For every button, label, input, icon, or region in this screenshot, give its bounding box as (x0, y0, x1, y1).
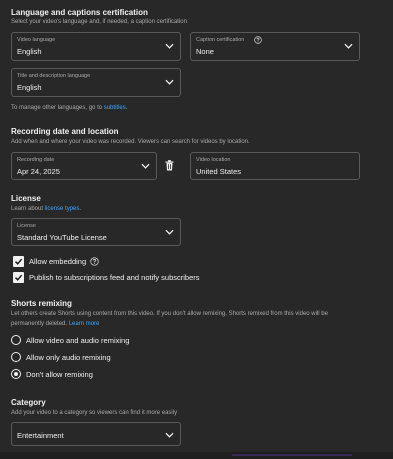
shorts-description-line2: permanently deleted. Learn more (11, 321, 100, 327)
chevron-down-icon (165, 43, 174, 49)
radio-selected-dot (13, 371, 18, 376)
bottom-bar (0, 452, 393, 459)
bottom-accent (232, 454, 352, 456)
checkmark-icon (14, 274, 23, 281)
caption-certification-select[interactable]: Caption certification None (190, 32, 360, 61)
checkmark-icon (14, 258, 23, 265)
title-description-language-label: Title and description language (17, 73, 91, 79)
video-location-input[interactable]: Video location United States (190, 152, 360, 180)
publish-feed-checkbox[interactable] (13, 272, 24, 283)
video-language-select[interactable]: Video language English (11, 32, 181, 61)
help-icon[interactable] (254, 36, 262, 44)
remix-option-audio-only-label: Allow only audio remixing (26, 353, 111, 362)
allow-embedding-checkbox[interactable] (13, 256, 24, 267)
video-language-value: English (17, 47, 42, 56)
video-language-label: Video language (17, 37, 56, 43)
recording-date-picker[interactable]: Recording date Apr 24, 2025 (11, 152, 157, 180)
category-section-subtitle: Add your video to a category so viewers … (11, 410, 178, 416)
remix-option-audio-only-radio[interactable] (11, 352, 21, 362)
publish-feed-label: Publish to subscriptions feed and notify… (29, 273, 200, 282)
license-learn-text: Learn about license types. (11, 206, 82, 212)
video-location-label: Video location (196, 157, 231, 163)
chevron-down-icon (165, 79, 174, 85)
video-location-value: United States (196, 167, 242, 176)
subtitles-link[interactable]: subtitles (104, 105, 126, 111)
license-label: License (17, 223, 36, 229)
remix-option-none-radio[interactable] (11, 369, 21, 379)
allow-embedding-label: Allow embedding (29, 257, 87, 266)
caption-certification-value: None (196, 47, 214, 56)
recording-section-title: Recording date and location (11, 127, 119, 136)
chevron-down-icon (344, 43, 353, 49)
title-description-language-select[interactable]: Title and description language English (11, 68, 181, 97)
license-types-link[interactable]: license types (45, 206, 80, 212)
chevron-down-icon (141, 163, 150, 169)
chevron-down-icon (165, 229, 174, 235)
license-select[interactable]: License Standard YouTube License (11, 218, 181, 246)
chevron-down-icon (165, 432, 174, 438)
recording-date-value: Apr 24, 2025 (17, 167, 60, 176)
remix-option-none-label: Don't allow remixing (26, 370, 93, 379)
shorts-section-title: Shorts remixing (11, 299, 72, 308)
license-value: Standard YouTube License (17, 233, 107, 242)
category-value: Entertainment (17, 431, 64, 440)
trash-icon[interactable] (165, 160, 174, 171)
recording-date-label: Recording date (17, 157, 55, 163)
category-select[interactable]: Entertainment (11, 422, 181, 446)
license-section-title: License (11, 194, 41, 203)
language-section-title: Language and captions certification (11, 8, 148, 17)
help-icon[interactable] (90, 257, 99, 266)
manage-languages-text: To manage other languages, go to subtitl… (11, 105, 128, 111)
remix-option-video-audio-label: Allow video and audio remixing (26, 336, 130, 345)
category-section-title: Category (11, 398, 46, 407)
shorts-description-line1: Let others create Shorts using content f… (11, 311, 328, 317)
caption-certification-label: Caption certification (196, 37, 245, 43)
remix-option-video-audio-radio[interactable] (11, 335, 21, 345)
title-description-language-value: English (17, 83, 42, 92)
recording-section-subtitle: Add when and where your video was record… (11, 139, 250, 145)
learn-more-link[interactable]: Learn more (69, 321, 100, 327)
language-section-subtitle: Select your video's language and, if nee… (11, 19, 187, 25)
